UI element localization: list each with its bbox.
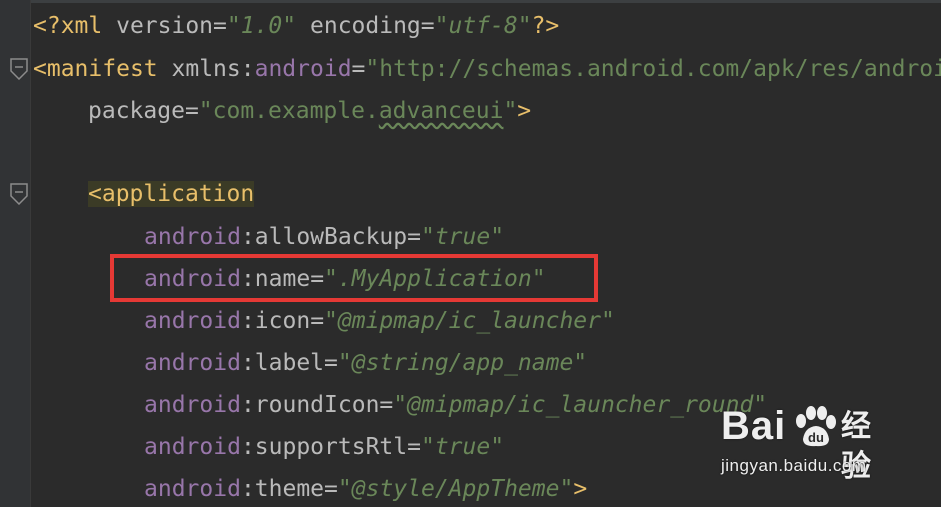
value-package-quote: " bbox=[503, 98, 518, 124]
attr-label: label bbox=[254, 350, 325, 376]
namespace-android: android bbox=[144, 392, 241, 418]
equals-sign: = bbox=[407, 224, 421, 250]
attr-theme: theme bbox=[254, 476, 325, 502]
colon: : bbox=[240, 392, 255, 418]
code-line-manifest: <manifest xmlns:android="http://schemas.… bbox=[33, 51, 941, 87]
namespace-android: android bbox=[144, 350, 241, 376]
code-line-roundicon: android:roundIcon="@mipmap/ic_launcher_r… bbox=[144, 387, 767, 423]
tag-manifest: manifest bbox=[46, 56, 158, 82]
attr-version: version bbox=[116, 13, 214, 39]
colon: : bbox=[240, 308, 255, 334]
attr-roundicon: roundIcon bbox=[254, 392, 380, 418]
colon: : bbox=[240, 476, 255, 502]
colon: : bbox=[240, 350, 255, 376]
equals-sign: = bbox=[324, 476, 338, 502]
value-supportsrtl: "true" bbox=[420, 434, 505, 460]
equals-sign: = bbox=[310, 308, 325, 334]
equals-sign: = bbox=[407, 434, 421, 460]
namespace-android: android bbox=[144, 434, 241, 460]
namespace-android: android bbox=[144, 476, 241, 502]
code-line-application: <application bbox=[88, 176, 255, 212]
namespace-android: android bbox=[254, 56, 352, 82]
value-version: "1.0" bbox=[226, 13, 297, 39]
annotation-highlight-box bbox=[110, 254, 598, 302]
namespace-android: android bbox=[144, 224, 241, 250]
value-label: "@string/app_name" bbox=[337, 350, 588, 376]
value-encoding: "utf-8" bbox=[434, 13, 532, 39]
value-theme: "@style/AppTheme" bbox=[337, 476, 574, 502]
equals-sign: = bbox=[213, 13, 227, 39]
baidu-jingyan-watermark: Bai du 经验 jingyan.baidu.com bbox=[721, 403, 891, 483]
namespace-android: android bbox=[144, 308, 241, 334]
code-line-allowbackup: android:allowBackup="true" bbox=[144, 219, 504, 255]
attr-encoding: encoding bbox=[310, 13, 421, 39]
watermark-url: jingyan.baidu.com bbox=[721, 456, 867, 475]
tag-close-bracket: > bbox=[573, 476, 588, 502]
code-line-theme: android:theme="@style/AppTheme"> bbox=[144, 471, 587, 507]
equals-sign: = bbox=[324, 350, 338, 376]
xml-decl-close: ?> bbox=[531, 13, 560, 39]
baidu-paw-icon: du bbox=[796, 406, 836, 447]
code-line-xml-declaration: <?xml version="1.0" encoding="utf-8"?> bbox=[33, 8, 559, 44]
tag-close-bracket: > bbox=[517, 98, 532, 124]
equals-sign: = bbox=[351, 56, 366, 82]
attr-xmlns: xmlns bbox=[171, 56, 241, 82]
colon: : bbox=[240, 224, 255, 250]
equals-sign: = bbox=[379, 392, 394, 418]
colon: : bbox=[240, 56, 255, 82]
attr-allowbackup: allowBackup bbox=[254, 224, 408, 250]
attr-icon: icon bbox=[254, 308, 311, 334]
svg-text:du: du bbox=[808, 430, 824, 445]
value-schema-url: "http://schemas.android.com/apk/res/andr… bbox=[365, 56, 941, 82]
code-line-package: package="com.example.advanceui"> bbox=[88, 93, 531, 129]
code-editor[interactable]: <?xml version="1.0" encoding="utf-8"?> <… bbox=[0, 0, 941, 507]
attr-package: package bbox=[88, 98, 185, 124]
value-roundicon: "@mipmap/ic_launcher_round" bbox=[393, 392, 768, 418]
code-line-label: android:label="@string/app_name" bbox=[144, 345, 587, 381]
attr-supportsrtl: supportsRtl bbox=[254, 434, 408, 460]
tag-open-bracket: < bbox=[88, 181, 102, 207]
tag-application: application bbox=[101, 181, 255, 207]
value-package-typo-squiggle: advanceui bbox=[378, 98, 504, 124]
equals-sign: = bbox=[420, 13, 435, 39]
baidu-logo-text: Bai bbox=[721, 404, 787, 448]
value-allowbackup: "true" bbox=[420, 224, 505, 250]
value-icon: "@mipmap/ic_launcher" bbox=[324, 308, 615, 334]
equals-sign: = bbox=[184, 98, 199, 124]
code-line-supportsrtl: android:supportsRtl="true" bbox=[144, 429, 504, 465]
code-line-icon: android:icon="@mipmap/ic_launcher" bbox=[144, 303, 615, 339]
colon: : bbox=[240, 434, 255, 460]
tag-open-bracket: < bbox=[33, 56, 47, 82]
value-package-prefix: "com.example. bbox=[198, 98, 379, 124]
xml-decl-open: <?xml bbox=[33, 13, 117, 39]
